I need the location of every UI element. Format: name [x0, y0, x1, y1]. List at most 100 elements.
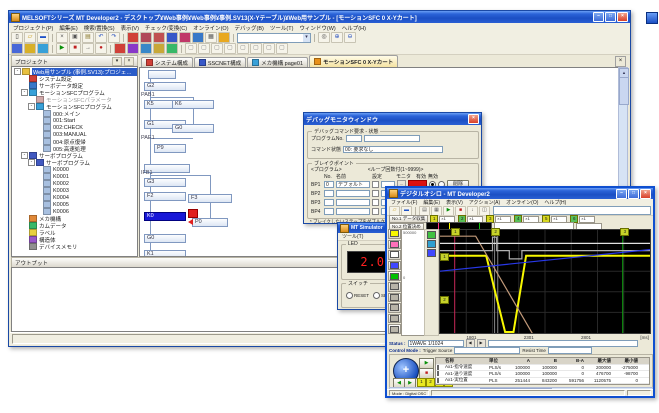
trigger-source-field[interactable]	[454, 347, 520, 354]
channel-button-6[interactable]	[388, 282, 401, 292]
redo-icon[interactable]: ↷	[108, 32, 120, 43]
osc-minimize-button[interactable]: –	[616, 189, 627, 199]
probe-scale-field[interactable]: ×1	[579, 216, 595, 223]
sfc-step[interactable]: G3	[144, 178, 186, 187]
toolbar-combobox[interactable]: ▾	[237, 33, 311, 43]
copy-icon[interactable]: ▣	[69, 32, 81, 43]
start-icon[interactable]: ▶	[56, 43, 68, 54]
cursor-marker-top[interactable]: 1	[451, 228, 460, 236]
sfc-step-selected[interactable]: K0	[144, 212, 186, 221]
main-menu-item[interactable]: オンライン(O)	[193, 24, 228, 32]
undo-icon[interactable]: ↶	[95, 32, 107, 43]
breakpoint-name-field[interactable]	[336, 199, 370, 206]
main-menu-item[interactable]: ヘルプ(H)	[342, 24, 366, 32]
osc-menu-item[interactable]: アクション(A)	[469, 199, 500, 206]
tree-item[interactable]: K0003	[12, 187, 137, 194]
osc-menu-item[interactable]: ファイル(F)	[391, 199, 417, 206]
program-no-field-2[interactable]	[364, 135, 420, 142]
grid7-icon[interactable]: ▢	[263, 43, 275, 54]
tree-item[interactable]: -サーボプログラム	[12, 159, 137, 166]
cursor-marker-left[interactable]: 2	[440, 296, 449, 304]
breakpoint-name-field[interactable]	[336, 208, 370, 215]
simulator-menu-tools[interactable]: ツール(T)	[342, 233, 363, 240]
channel-button-10[interactable]	[388, 324, 401, 334]
tree-item[interactable]: -Web用サンプル (事例.SV13):プロジェクト	[12, 68, 137, 75]
grid8-icon[interactable]: ▢	[276, 43, 288, 54]
sfc-step[interactable]: G0	[172, 124, 214, 133]
osc-address-field[interactable]	[493, 206, 651, 215]
tree-item[interactable]: 001:Start	[12, 117, 137, 124]
breakpoint-no-field[interactable]	[324, 199, 334, 206]
tree-item[interactable]: ラベル	[12, 229, 137, 236]
open-icon[interactable]: ▱	[24, 32, 36, 43]
servo-config-icon[interactable]	[140, 32, 152, 43]
breakpoint-checkbox[interactable]	[372, 190, 379, 197]
grid3-icon[interactable]: ▢	[211, 43, 223, 54]
sfc-step[interactable]: F3	[188, 194, 232, 203]
cursor-marker-top[interactable]: 2	[491, 228, 500, 236]
breakpoint-name-field[interactable]	[336, 190, 370, 197]
tree-item[interactable]: K0002	[12, 180, 137, 187]
test-icon[interactable]	[166, 43, 178, 54]
minimize-button[interactable]: –	[593, 12, 604, 22]
ruler-chip-cyan[interactable]	[427, 240, 436, 248]
tree-item[interactable]: 000:メイン	[12, 110, 137, 117]
osc-menu-item[interactable]: オンライン(O)	[506, 199, 538, 206]
grid5-icon[interactable]: ▢	[237, 43, 249, 54]
save-icon[interactable]: ▬	[37, 32, 49, 43]
tree-item[interactable]: K0005	[12, 201, 137, 208]
tab-item[interactable]: メカ機構 page01	[247, 57, 308, 67]
cut-icon[interactable]: ×	[56, 32, 68, 43]
sfc-step[interactable]: K6	[172, 100, 214, 109]
osc-menu-item[interactable]: 表示(V)	[446, 199, 463, 206]
find-icon[interactable]: ◎	[318, 32, 330, 43]
tab-item[interactable]: SSCNET構成	[194, 57, 246, 67]
sfc-step[interactable]: G0	[144, 234, 186, 243]
trace-plot[interactable]: 12	[439, 229, 651, 334]
table-row[interactable]: Ax1-位置偏差PLS12130	[436, 384, 649, 385]
oscilloscope-icon[interactable]	[153, 43, 165, 54]
channel-button-3[interactable]	[388, 250, 401, 260]
main-menu-item[interactable]: 表示(V)	[121, 24, 139, 32]
main-menu-item[interactable]: ツール(T)	[270, 24, 294, 32]
sfc-step[interactable]: P9	[154, 144, 186, 153]
sfc-edit-icon[interactable]	[153, 32, 165, 43]
paste-icon[interactable]: ▤	[82, 32, 94, 43]
main-menu-item[interactable]: 編集(E)	[59, 24, 77, 32]
tree-item[interactable]: 002:CHECK	[12, 124, 137, 131]
close-button[interactable]: ×	[617, 12, 628, 22]
breakpoint-icon[interactable]: ●	[95, 43, 107, 54]
tab-item[interactable]: システム構成	[141, 57, 193, 67]
main-menu-item[interactable]: デバッグ(B)	[235, 24, 264, 32]
tree-item[interactable]: K0004	[12, 194, 137, 201]
system-config-icon[interactable]	[127, 32, 139, 43]
stop-icon[interactable]: ■	[69, 43, 81, 54]
sfc-step[interactable]: G2	[144, 82, 186, 91]
switch-radio-set[interactable]	[373, 292, 380, 299]
channel-button-2[interactable]	[388, 240, 401, 250]
tree-expand-icon[interactable]: -	[28, 103, 35, 110]
check-icon[interactable]: ▦	[205, 32, 217, 43]
channel-button-4[interactable]	[388, 261, 401, 271]
pin-icon[interactable]: ▾	[112, 57, 122, 66]
channel-button-9[interactable]	[388, 314, 401, 324]
debug-icon[interactable]	[127, 43, 139, 54]
main-menu-item[interactable]: 検索/置換(S)	[84, 24, 115, 32]
simulator-icon[interactable]	[140, 43, 152, 54]
program-no-field-1[interactable]	[346, 135, 362, 142]
monitor-icon[interactable]	[114, 43, 126, 54]
scroll-thumb[interactable]	[619, 77, 629, 105]
tree-item[interactable]: メカ機構	[12, 215, 137, 222]
osc-menu-item[interactable]: ヘルプ(H)	[544, 199, 566, 206]
channel-button-1[interactable]	[388, 229, 401, 239]
breakpoint-name-field[interactable]: デフォルト	[336, 181, 370, 188]
step-run-icon[interactable]: →	[82, 43, 94, 54]
breakpoint-checkbox[interactable]	[372, 199, 379, 206]
channel-button-7[interactable]	[388, 293, 401, 303]
tree-expand-icon[interactable]: -	[21, 152, 28, 159]
main-titlebar[interactable]: MELSOFTシリーズ MT Developer2 - デスクトップ¥Web事例…	[9, 11, 630, 23]
cursor-marker-left[interactable]: 1	[440, 253, 449, 261]
tree-item[interactable]: デバイスメモリ	[12, 243, 137, 250]
zoom-in-icon[interactable]: ⊕	[331, 32, 343, 43]
dialog-close-button[interactable]: ×	[468, 114, 479, 124]
